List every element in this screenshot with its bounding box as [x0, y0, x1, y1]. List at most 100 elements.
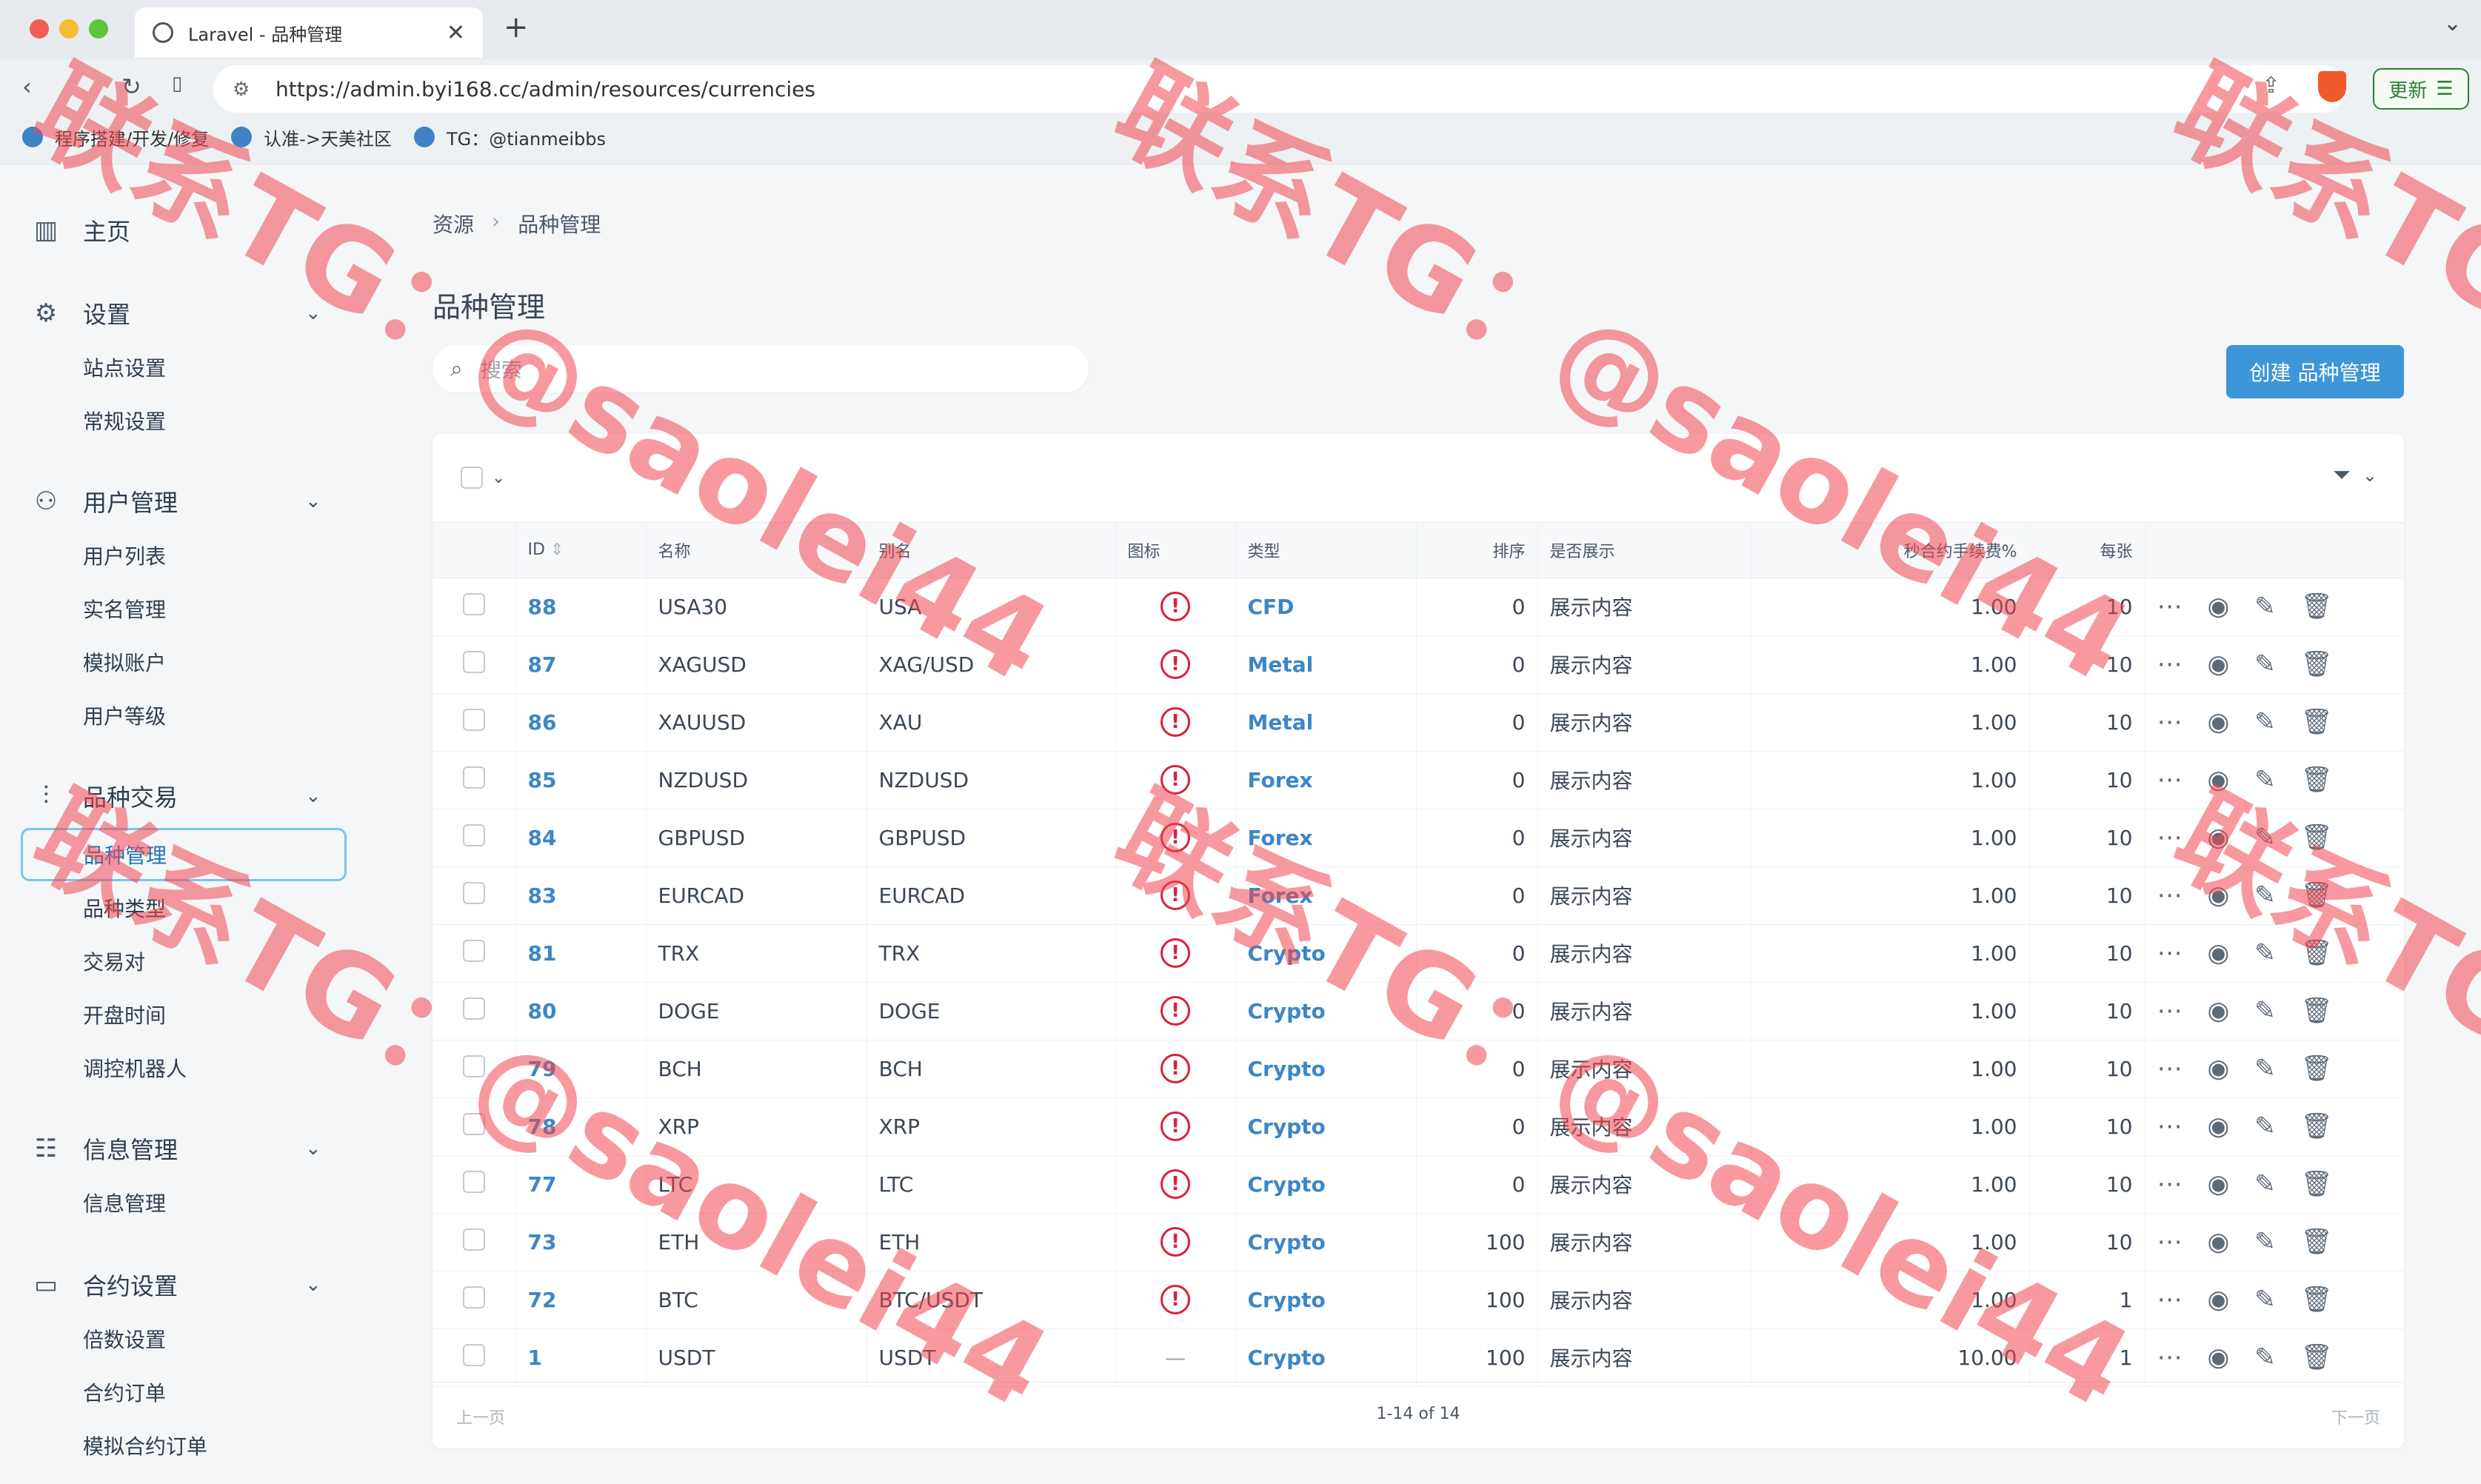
- delete-icon[interactable]: 🗑: [2301, 1112, 2333, 1141]
- row-checkbox[interactable]: [462, 1343, 485, 1366]
- edit-icon[interactable]: ✎: [2254, 1112, 2276, 1141]
- row-checkbox[interactable]: [462, 708, 485, 731]
- more-icon[interactable]: ⋯: [2157, 1285, 2183, 1314]
- delete-icon[interactable]: 🗑: [2301, 649, 2333, 679]
- delete-icon[interactable]: 🗑: [2301, 1169, 2333, 1199]
- row-type-link[interactable]: Forex: [1248, 883, 1313, 908]
- window-minimize-dot[interactable]: [59, 19, 79, 39]
- view-icon[interactable]: ◉: [2208, 765, 2230, 795]
- delete-icon[interactable]: 🗑: [2301, 823, 2333, 852]
- row-id-link[interactable]: 72: [528, 1288, 557, 1312]
- more-icon[interactable]: ⋯: [2157, 938, 2183, 968]
- edit-icon[interactable]: ✎: [2254, 707, 2276, 737]
- sidebar-item-leverage[interactable]: 倍数设置: [83, 1324, 166, 1354]
- new-tab-button[interactable]: +: [504, 10, 529, 44]
- more-icon[interactable]: ⋯: [2157, 707, 2183, 737]
- view-icon[interactable]: ◉: [2208, 1285, 2230, 1314]
- row-id-link[interactable]: 81: [528, 941, 557, 966]
- delete-icon[interactable]: 🗑: [2301, 996, 2333, 1026]
- bookmark-item[interactable]: TG：@tianmeibbs: [413, 124, 606, 150]
- row-checkbox[interactable]: [462, 766, 485, 789]
- view-icon[interactable]: ◉: [2208, 649, 2230, 679]
- select-all-control[interactable]: ⌄: [461, 467, 505, 489]
- edit-icon[interactable]: ✎: [2254, 1343, 2276, 1372]
- view-icon[interactable]: ◉: [2208, 1112, 2230, 1141]
- brave-shield-icon[interactable]: [2318, 71, 2346, 102]
- row-id-link[interactable]: 85: [528, 768, 557, 792]
- row-checkbox[interactable]: [462, 881, 485, 904]
- more-icon[interactable]: ⋯: [2157, 1054, 2183, 1083]
- delete-icon[interactable]: 🗑: [2301, 1227, 2333, 1257]
- delete-icon[interactable]: 🗑: [2301, 765, 2333, 795]
- row-checkbox[interactable]: [462, 939, 485, 962]
- edit-icon[interactable]: ✎: [2254, 1054, 2276, 1083]
- edit-icon[interactable]: ✎: [2254, 1227, 2276, 1257]
- delete-icon[interactable]: 🗑: [2301, 880, 2333, 910]
- chevron-down-icon[interactable]: ⌄: [492, 469, 505, 487]
- row-checkbox[interactable]: [462, 650, 485, 673]
- sidebar-group-messages[interactable]: ☷ 信息管理 ⌄: [31, 1132, 321, 1166]
- row-checkbox[interactable]: [462, 823, 485, 846]
- bookmark-icon[interactable]: ▯: [172, 73, 182, 95]
- browser-tab[interactable]: Laravel - 品种管理 ✕: [135, 7, 483, 58]
- more-icon[interactable]: ⋯: [2157, 823, 2183, 852]
- sidebar-item-demo-accounts[interactable]: 模拟账户: [83, 647, 166, 677]
- row-id-link[interactable]: 79: [528, 1057, 557, 1081]
- edit-icon[interactable]: ✎: [2254, 765, 2276, 795]
- bookmark-item[interactable]: 程序搭建/开发/修复: [22, 124, 209, 150]
- sidebar-item-demo-contract-orders[interactable]: 模拟合约订单: [83, 1431, 207, 1460]
- row-type-link[interactable]: CFD: [1248, 595, 1295, 619]
- sidebar-group-settings[interactable]: ⚙ 设置 ⌄: [31, 296, 321, 330]
- row-checkbox[interactable]: [462, 1286, 485, 1308]
- row-id-link[interactable]: 77: [528, 1172, 557, 1197]
- more-icon[interactable]: ⋯: [2157, 1227, 2183, 1257]
- back-icon[interactable]: ‹: [22, 73, 32, 101]
- delete-icon[interactable]: 🗑: [2301, 1343, 2333, 1372]
- delete-icon[interactable]: 🗑: [2301, 1285, 2333, 1314]
- row-type-link[interactable]: Crypto: [1248, 1346, 1326, 1370]
- sidebar-item-general-settings[interactable]: 常规设置: [83, 406, 166, 435]
- view-icon[interactable]: ◉: [2208, 1343, 2230, 1372]
- next-page-button[interactable]: 下一页: [2331, 1405, 2380, 1428]
- row-id-link[interactable]: 78: [528, 1114, 557, 1139]
- row-type-link[interactable]: Metal: [1248, 652, 1314, 677]
- view-icon[interactable]: ◉: [2208, 996, 2230, 1026]
- edit-icon[interactable]: ✎: [2254, 1285, 2276, 1314]
- address-bar[interactable]: ⚙ https://admin.byi168.cc/admin/resource…: [213, 65, 2346, 113]
- edit-icon[interactable]: ✎: [2254, 823, 2276, 852]
- row-checkbox[interactable]: [462, 997, 485, 1020]
- more-icon[interactable]: ⋯: [2157, 592, 2183, 621]
- sidebar-item-currency-types[interactable]: 品种类型: [83, 893, 166, 923]
- delete-icon[interactable]: 🗑: [2301, 938, 2333, 968]
- filter-icon[interactable]: ⏷: [2333, 462, 2351, 488]
- row-id-link[interactable]: 87: [528, 652, 557, 677]
- sidebar-group-contracts[interactable]: ▭ 合约设置 ⌄: [31, 1268, 321, 1302]
- sidebar-item-trading-pairs[interactable]: 交易对: [83, 946, 145, 976]
- edit-icon[interactable]: ✎: [2254, 1169, 2276, 1199]
- row-type-link[interactable]: Metal: [1248, 710, 1314, 735]
- row-id-link[interactable]: 83: [528, 883, 557, 908]
- row-id-link[interactable]: 84: [528, 826, 557, 850]
- filter-control[interactable]: ⏷ ⌄: [2333, 462, 2377, 488]
- more-icon[interactable]: ⋯: [2157, 765, 2183, 795]
- sidebar-item-verification[interactable]: 实名管理: [83, 594, 166, 624]
- view-icon[interactable]: ◉: [2208, 1227, 2230, 1257]
- more-icon[interactable]: ⋯: [2157, 880, 2183, 910]
- chevron-down-icon[interactable]: ⌄: [2363, 465, 2377, 486]
- row-id-link[interactable]: 80: [528, 999, 557, 1023]
- edit-icon[interactable]: ✎: [2254, 996, 2276, 1026]
- tab-list-chevron-icon[interactable]: ⌄: [2443, 10, 2462, 36]
- row-checkbox[interactable]: [462, 1170, 485, 1193]
- row-type-link[interactable]: Crypto: [1248, 1057, 1326, 1081]
- sidebar-item-messages[interactable]: 信息管理: [83, 1188, 166, 1217]
- sidebar-item-control-robot[interactable]: 调控机器人: [83, 1053, 187, 1083]
- row-type-link[interactable]: Crypto: [1248, 1288, 1326, 1312]
- view-icon[interactable]: ◉: [2208, 707, 2230, 737]
- row-type-link[interactable]: Crypto: [1248, 999, 1326, 1023]
- row-type-link[interactable]: Crypto: [1248, 1230, 1326, 1254]
- edit-icon[interactable]: ✎: [2254, 880, 2276, 910]
- row-id-link[interactable]: 88: [528, 595, 557, 619]
- sidebar-item-open-hours[interactable]: 开盘时间: [83, 1000, 166, 1029]
- header-id[interactable]: ID ⇕: [515, 523, 647, 578]
- site-settings-icon[interactable]: ⚙: [233, 78, 250, 101]
